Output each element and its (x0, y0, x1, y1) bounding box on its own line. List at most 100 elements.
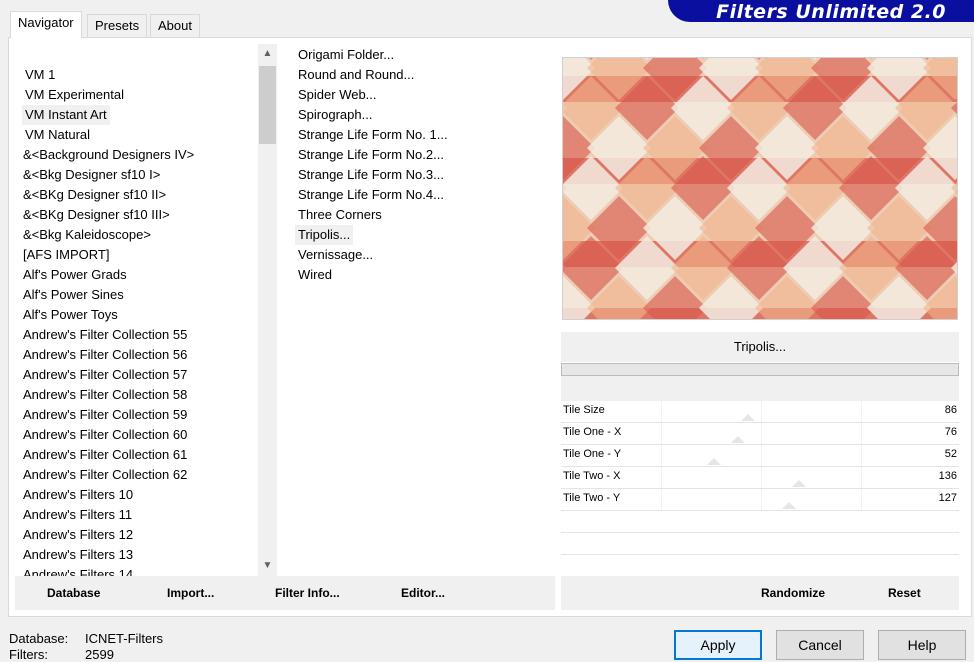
category-item[interactable]: Alf's Power Toys (20, 305, 121, 325)
slider-tick (761, 401, 762, 422)
slider-thumb[interactable] (731, 436, 745, 443)
database-status-value: ICNET-Filters (85, 631, 163, 646)
category-item[interactable]: Andrew's Filters 10 (20, 485, 136, 505)
randomize-button[interactable]: Randomize (761, 586, 825, 600)
param-slider[interactable] (661, 401, 919, 422)
empty-param-row (561, 533, 959, 555)
category-item[interactable]: Andrew's Filter Collection 60 (20, 425, 190, 445)
filters-count-value: 2599 (85, 647, 114, 662)
param-label: Tile One - X (563, 426, 622, 438)
filter-item[interactable]: Strange Life Form No.3... (295, 165, 447, 185)
category-item[interactable]: &<Bkg Kaleidoscope> (20, 225, 154, 245)
category-item[interactable]: Andrew's Filter Collection 59 (20, 405, 190, 425)
slider-tick (861, 467, 862, 488)
filter-item[interactable]: Three Corners (295, 205, 385, 225)
filter-item[interactable]: Strange Life Form No.2... (295, 145, 447, 165)
param-label: Tile Two - X (563, 470, 621, 482)
param-slider[interactable] (661, 467, 919, 488)
slider-tick (861, 423, 862, 444)
category-list[interactable]: VM 1 VM Experimental VM Instant Art VM Natu… (18, 44, 258, 576)
scroll-thumb[interactable] (259, 66, 276, 144)
category-item[interactable]: [AFS IMPORT] (20, 245, 112, 265)
filter-list[interactable]: Origami Folder... Round and Round... Spide… (293, 44, 553, 576)
filter-item[interactable]: Spirograph... (295, 105, 375, 125)
tab-presets[interactable]: Presets (87, 14, 148, 37)
category-item[interactable]: Andrew's Filters 12 (20, 525, 136, 545)
category-item[interactable]: Andrew's Filter Collection 61 (20, 445, 190, 465)
param-row[interactable]: Tile Two - Y 127 (561, 489, 959, 511)
category-item[interactable]: VM Experimental (22, 85, 127, 105)
category-item[interactable]: Andrew's Filters 14 (20, 565, 136, 576)
filter-info-button[interactable]: Filter Info... (275, 586, 340, 600)
category-item[interactable]: Andrew's Filter Collection 56 (20, 345, 190, 365)
category-item[interactable]: Andrew's Filters 13 (20, 545, 136, 565)
apply-button[interactable]: Apply (674, 630, 762, 660)
slider-thumb[interactable] (792, 480, 806, 487)
filter-item[interactable]: Origami Folder... (295, 45, 397, 65)
param-row[interactable]: Tile One - Y 52 (561, 445, 959, 467)
param-slider[interactable] (661, 445, 919, 466)
slider-tick (761, 489, 762, 510)
category-item[interactable]: VM Instant Art (22, 105, 110, 125)
cancel-button[interactable]: Cancel (776, 630, 864, 660)
param-slider[interactable] (661, 423, 919, 444)
category-item[interactable]: Andrew's Filter Collection 58 (20, 385, 190, 405)
category-item[interactable]: Andrew's Filter Collection 62 (20, 465, 190, 485)
category-item[interactable]: VM Natural (22, 125, 93, 145)
preview-button-bar: Randomize Reset (561, 576, 959, 610)
filter-item[interactable]: Strange Life Form No. 1... (295, 125, 451, 145)
filter-item[interactable]: Vernissage... (295, 245, 376, 265)
current-filter-name: Tripolis... (561, 332, 959, 362)
filter-item[interactable]: Strange Life Form No.4... (295, 185, 447, 205)
param-value: 76 (944, 426, 957, 438)
category-item[interactable]: &<BKg Designer sf10 II> (20, 185, 169, 205)
param-label: Tile One - Y (563, 448, 622, 460)
category-item[interactable]: Andrew's Filters 11 (20, 505, 135, 525)
category-item[interactable]: VM 1 (22, 65, 58, 85)
scroll-down-icon[interactable]: ▼ (258, 556, 277, 576)
category-item[interactable]: &<Background Designers IV> (20, 145, 197, 165)
empty-param-row (561, 511, 959, 533)
param-row[interactable]: Tile Two - X 136 (561, 467, 959, 489)
slider-tick (661, 423, 662, 444)
slider-tick (761, 423, 762, 444)
filter-preview (562, 57, 958, 320)
category-item[interactable]: Andrew's Filter Collection 55 (20, 325, 190, 345)
slider-thumb[interactable] (741, 414, 755, 421)
editor-button[interactable]: Editor... (401, 586, 445, 600)
param-value: 127 (938, 492, 957, 504)
filter-item[interactable]: Spider Web... (295, 85, 380, 105)
category-item[interactable]: Alf's Power Grads (20, 265, 130, 285)
slider-tick (861, 401, 862, 422)
list-button-bar: Database Import... Filter Info... Editor… (15, 576, 555, 610)
help-button[interactable]: Help (878, 630, 966, 660)
param-slider[interactable] (661, 489, 919, 510)
param-label: Tile Size (563, 404, 605, 416)
progress-bar (561, 363, 959, 376)
slider-thumb[interactable] (707, 458, 721, 465)
tab-about[interactable]: About (150, 14, 200, 37)
filter-item[interactable]: Round and Round... (295, 65, 417, 85)
filter-item[interactable]: Wired (295, 265, 335, 285)
import-button[interactable]: Import... (167, 586, 214, 600)
param-row[interactable]: Tile Size 86 (561, 401, 959, 423)
category-item[interactable]: Andrew's Filter Collection 57 (20, 365, 190, 385)
category-item[interactable]: &<Bkg Designer sf10 I> (20, 165, 163, 185)
database-button[interactable]: Database (47, 586, 100, 600)
preview-image (563, 58, 957, 319)
filter-item[interactable]: Tripolis... (295, 225, 354, 245)
category-item[interactable]: Alf's Power Sines (20, 285, 127, 305)
filters-count-label: Filters: (9, 647, 48, 662)
reset-button[interactable]: Reset (888, 586, 921, 600)
slider-tick (761, 445, 762, 466)
param-row[interactable]: Tile One - X 76 (561, 423, 959, 445)
slider-tick (761, 467, 762, 488)
scroll-up-icon[interactable]: ▲ (258, 44, 277, 64)
slider-tick (661, 489, 662, 510)
slider-tick (661, 445, 662, 466)
category-scrollbar[interactable]: ▲ ▼ (258, 44, 277, 576)
tab-navigator[interactable]: Navigator (10, 11, 82, 38)
slider-thumb[interactable] (782, 502, 796, 509)
category-item[interactable]: &<BKg Designer sf10 III> (20, 205, 173, 225)
brand-title: Filters Unlimited 2.0 (716, 1, 946, 23)
